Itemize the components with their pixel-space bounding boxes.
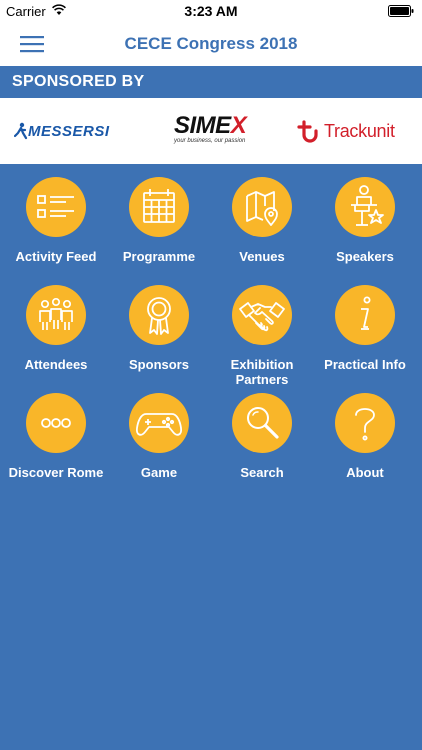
tile-circle	[26, 177, 86, 237]
tile-circle	[26, 393, 86, 453]
calendar-icon	[143, 189, 175, 223]
tile-label: Search	[240, 465, 284, 480]
handshake-icon	[239, 302, 285, 332]
page-title: CECE Congress 2018	[124, 34, 298, 53]
tile-circle	[335, 285, 395, 345]
people-icon	[39, 297, 73, 330]
tile-label: Programme	[122, 249, 196, 264]
magnifier-icon	[247, 407, 279, 439]
sponsored-by-header: SPONSORED BY	[0, 66, 422, 98]
tile-circle	[232, 285, 292, 345]
tile-circle	[232, 177, 292, 237]
battery-icon	[388, 5, 414, 17]
running-man-icon	[14, 122, 28, 140]
status-bar: Carrier 3:23 AM	[0, 0, 422, 22]
tile-circle	[335, 393, 395, 453]
tile-circle	[26, 285, 86, 345]
tile-label: Speakers	[336, 249, 394, 264]
tile-label: Discover Rome	[8, 465, 104, 480]
map-pin-icon	[246, 191, 278, 226]
list-icon	[37, 195, 74, 218]
gamepad-icon	[135, 413, 183, 436]
messersi-wordmark: MESSERSI	[28, 123, 110, 140]
sponsor-logo-simex[interactable]: SIMEX your business, our passion	[172, 112, 260, 152]
tile-circle	[129, 393, 189, 453]
tile-label: About	[346, 465, 384, 480]
tile-circle	[232, 393, 292, 453]
tile-label: Attendees	[24, 357, 88, 372]
simex-tagline: your business, our passion	[174, 138, 246, 144]
sponsor-logo-messersi[interactable]: MESSERSI	[14, 122, 134, 140]
more-dots-icon	[41, 418, 71, 428]
speaker-podium-icon	[351, 185, 384, 226]
tile-label: Sponsors	[129, 357, 189, 372]
clock: 3:23 AM	[184, 3, 238, 19]
tile-label: Game	[140, 465, 178, 480]
tile-circle	[129, 177, 189, 237]
award-ribbon-icon	[147, 297, 171, 335]
trackunit-wordmark: Trackunit	[324, 121, 395, 141]
tile-circle	[335, 177, 395, 237]
simex-wordmark: SIMEX	[174, 112, 247, 139]
trackunit-mark-icon	[297, 120, 318, 143]
sponsor-strip: MESSERSI SIMEX your business, our passio…	[0, 98, 422, 164]
question-icon	[355, 408, 375, 441]
sponsor-logo-trackunit[interactable]: Trackunit	[296, 118, 411, 144]
tile-label: Venues	[239, 249, 285, 264]
tile-label: Activity Feed	[15, 249, 97, 264]
tile-label: Exhibition Partners	[230, 357, 294, 387]
tile-label: Practical Info	[324, 357, 406, 372]
nav-bar: CECE Congress 2018	[0, 22, 422, 66]
info-icon	[361, 296, 371, 330]
tile-circle	[129, 285, 189, 345]
